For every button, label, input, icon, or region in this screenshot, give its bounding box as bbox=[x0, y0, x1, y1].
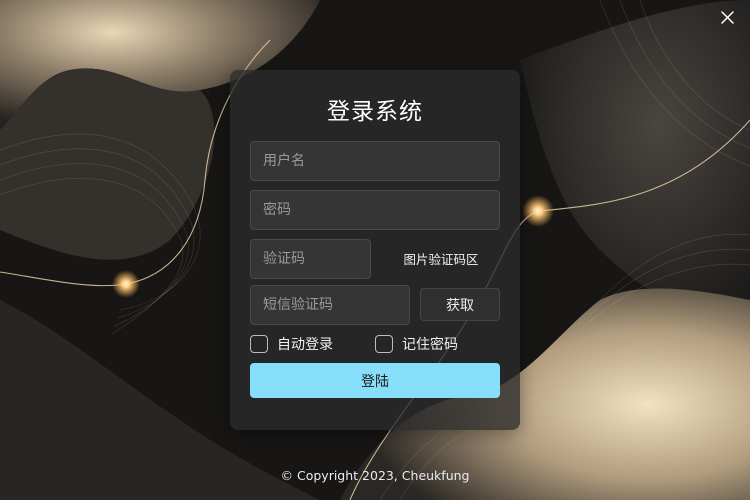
auto-login-label: 自动登录 bbox=[277, 337, 333, 353]
login-button-label: 登陆 bbox=[361, 373, 389, 390]
captcha-image-area[interactable]: 图片验证码区 bbox=[382, 240, 500, 276]
captcha-image-label: 图片验证码区 bbox=[403, 251, 479, 267]
close-icon bbox=[720, 10, 734, 24]
remember-password-box[interactable] bbox=[375, 335, 393, 353]
close-button[interactable] bbox=[718, 8, 736, 26]
login-button[interactable]: 登陆 bbox=[250, 363, 500, 398]
captcha-input[interactable] bbox=[250, 239, 371, 279]
username-input[interactable] bbox=[250, 141, 500, 181]
auto-login-checkbox[interactable]: 自动登录 bbox=[250, 334, 333, 354]
get-sms-code-label: 获取 bbox=[446, 297, 474, 314]
sms-code-input[interactable] bbox=[250, 285, 410, 325]
remember-password-checkbox[interactable]: 记住密码 bbox=[375, 334, 458, 354]
remember-password-label: 记住密码 bbox=[402, 337, 458, 353]
password-input[interactable] bbox=[250, 190, 500, 230]
footer-copyright: © Copyright 2023, Cheukfung bbox=[280, 468, 470, 483]
auto-login-box[interactable] bbox=[250, 335, 268, 353]
get-sms-code-button[interactable]: 获取 bbox=[420, 288, 500, 321]
page-title: 登录系统 bbox=[327, 99, 423, 125]
